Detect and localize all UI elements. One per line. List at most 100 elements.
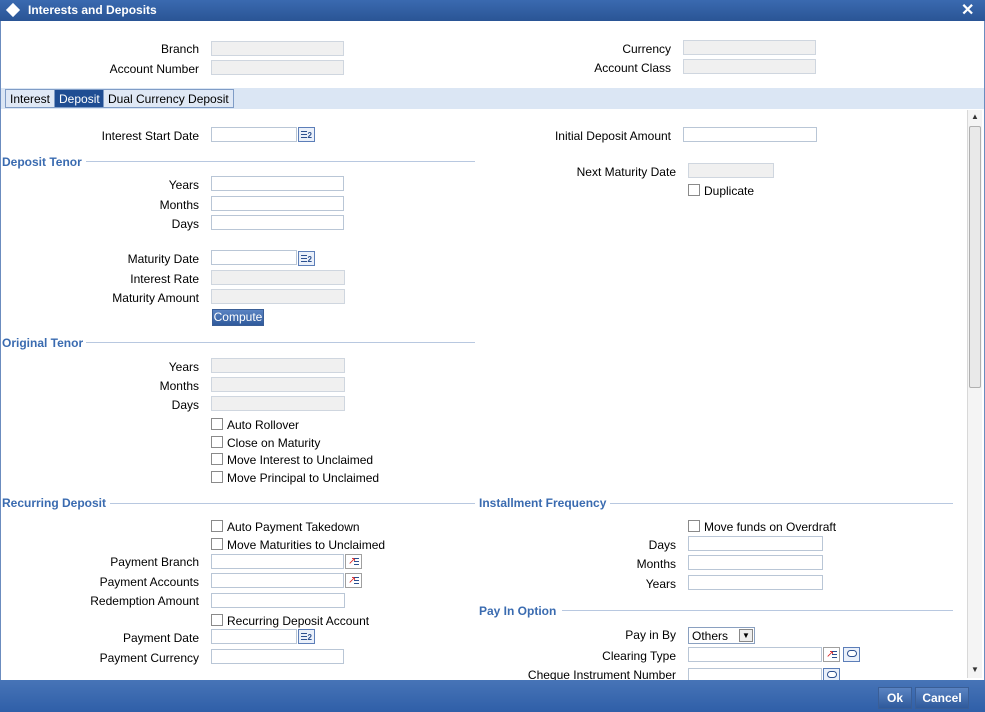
frequency-days-field[interactable] xyxy=(688,536,823,551)
next-maturity-date-field[interactable] xyxy=(688,163,774,178)
scroll-up-icon[interactable]: ▲ xyxy=(971,112,979,121)
chevron-down-icon[interactable]: ▼ xyxy=(739,629,753,642)
deposit-days-label: Days xyxy=(171,217,199,231)
account-class-label: Account Class xyxy=(594,61,671,75)
list-of-values-icon[interactable]: ↗ xyxy=(345,573,362,588)
payment-branch-label: Payment Branch xyxy=(110,555,199,569)
payment-currency-field[interactable] xyxy=(211,649,344,664)
compute-button[interactable]: Compute xyxy=(212,309,264,326)
pay-in-option-title: Pay In Option xyxy=(479,604,557,618)
ok-button[interactable]: Ok xyxy=(878,687,912,709)
tab-deposit[interactable]: Deposit xyxy=(54,89,105,108)
section-divider xyxy=(110,503,475,504)
section-divider xyxy=(562,610,953,611)
currency-label: Currency xyxy=(622,42,671,56)
section-divider xyxy=(610,503,953,504)
move-maturities-checkbox[interactable] xyxy=(211,538,223,550)
deposit-tenor-title: Deposit Tenor xyxy=(2,155,82,169)
maturity-date-label: Maturity Date xyxy=(127,252,199,266)
payment-accounts-field[interactable] xyxy=(211,573,344,588)
deposit-days-field[interactable] xyxy=(211,215,344,230)
original-days-label: Days xyxy=(171,398,199,412)
installment-frequency-title: Installment Frequency xyxy=(479,496,607,510)
move-principal-checkbox[interactable] xyxy=(211,471,223,483)
currency-field[interactable] xyxy=(683,40,816,55)
payment-date-field[interactable] xyxy=(211,629,297,644)
pay-in-by-value: Others xyxy=(692,629,729,643)
duplicate-checkbox[interactable] xyxy=(688,184,700,196)
app-icon xyxy=(5,2,21,18)
calendar-icon[interactable]: 2 xyxy=(298,127,315,142)
recurring-account-checkbox[interactable] xyxy=(211,614,223,626)
initial-deposit-amount-field[interactable] xyxy=(683,127,817,142)
title-bar: Interests and Deposits ✕ xyxy=(0,0,985,21)
section-divider xyxy=(86,342,475,343)
window-title: Interests and Deposits xyxy=(28,3,157,17)
frequency-years-label: Years xyxy=(645,577,676,591)
frequency-months-field[interactable] xyxy=(688,555,823,570)
deposit-years-label: Years xyxy=(168,178,199,192)
cancel-button[interactable]: Cancel xyxy=(915,687,969,709)
move-maturities-label: Move Maturities to Unclaimed xyxy=(227,538,386,552)
payment-date-label: Payment Date xyxy=(122,631,199,645)
move-principal-label: Move Principal to Unclaimed xyxy=(227,471,380,485)
deposit-months-field[interactable] xyxy=(211,196,344,211)
account-class-field[interactable] xyxy=(683,59,816,74)
clearing-type-field[interactable] xyxy=(688,647,822,662)
close-icon[interactable]: ✕ xyxy=(961,0,974,20)
duplicate-label: Duplicate xyxy=(704,184,755,198)
original-tenor-title: Original Tenor xyxy=(2,336,84,350)
original-months-field[interactable] xyxy=(211,377,345,392)
original-years-label: Years xyxy=(168,360,199,374)
payment-currency-label: Payment Currency xyxy=(99,651,199,665)
list-of-values-icon[interactable]: ↗ xyxy=(345,554,362,569)
calendar-icon[interactable]: 2 xyxy=(298,251,315,266)
interest-start-date-field[interactable] xyxy=(211,127,297,142)
interest-rate-field[interactable] xyxy=(211,270,345,285)
recurring-account-label: Recurring Deposit Account xyxy=(227,614,370,628)
comment-icon[interactable] xyxy=(823,668,840,680)
original-years-field[interactable] xyxy=(211,358,345,373)
maturity-amount-field[interactable] xyxy=(211,289,345,304)
recurring-deposit-title: Recurring Deposit xyxy=(2,496,107,510)
auto-payment-checkbox[interactable] xyxy=(211,520,223,532)
close-on-maturity-label: Close on Maturity xyxy=(227,436,321,450)
next-maturity-date-label: Next Maturity Date xyxy=(576,165,676,179)
close-on-maturity-checkbox[interactable] xyxy=(211,436,223,448)
move-funds-label: Move funds on Overdraft xyxy=(704,520,837,534)
initial-deposit-amount-label: Initial Deposit Amount xyxy=(554,129,671,143)
tab-interest[interactable]: Interest xyxy=(5,89,56,108)
auto-rollover-label: Auto Rollover xyxy=(227,418,300,432)
maturity-date-field[interactable] xyxy=(211,250,297,265)
frequency-years-field[interactable] xyxy=(688,575,823,590)
calendar-icon[interactable]: 2 xyxy=(298,629,315,644)
payment-branch-field[interactable] xyxy=(211,554,344,569)
list-of-values-icon[interactable]: ↗ xyxy=(823,647,840,662)
auto-payment-label: Auto Payment Takedown xyxy=(227,520,360,534)
deposit-years-field[interactable] xyxy=(211,176,344,191)
clearing-type-label: Clearing Type xyxy=(602,649,676,663)
original-days-field[interactable] xyxy=(211,396,345,411)
account-number-label: Account Number xyxy=(109,62,199,76)
comment-icon[interactable] xyxy=(843,647,860,662)
clipped-row: Cheque Instrument Number xyxy=(0,664,966,680)
interest-rate-label: Interest Rate xyxy=(130,272,199,286)
redemption-amount-label: Redemption Amount xyxy=(90,594,199,608)
redemption-amount-field[interactable] xyxy=(211,593,345,608)
pay-in-by-select[interactable]: Others ▼ xyxy=(688,627,755,644)
cheque-instrument-label: Cheque Instrument Number xyxy=(527,668,676,680)
footer-bar xyxy=(0,680,985,712)
vertical-scrollbar[interactable]: ▲ ▼ xyxy=(967,110,982,678)
scroll-down-icon[interactable]: ▼ xyxy=(971,665,979,674)
account-number-field[interactable] xyxy=(211,60,344,75)
scroll-thumb[interactable] xyxy=(969,126,981,388)
auto-rollover-checkbox[interactable] xyxy=(211,418,223,430)
cheque-instrument-field[interactable] xyxy=(688,668,822,680)
move-funds-checkbox[interactable] xyxy=(688,520,700,532)
tab-dual-currency-deposit[interactable]: Dual Currency Deposit xyxy=(103,89,234,108)
original-months-label: Months xyxy=(159,379,199,393)
branch-field[interactable] xyxy=(211,41,344,56)
move-interest-label: Move Interest to Unclaimed xyxy=(227,453,374,467)
pay-in-by-label: Pay in By xyxy=(625,628,676,642)
move-interest-checkbox[interactable] xyxy=(211,453,223,465)
